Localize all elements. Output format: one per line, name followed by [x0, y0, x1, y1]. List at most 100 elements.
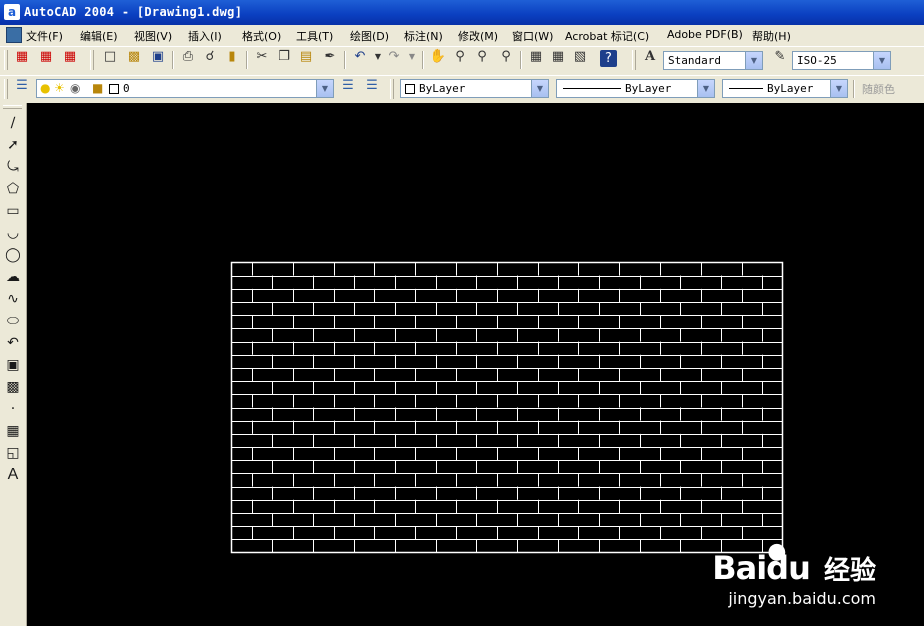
cut-icon[interactable]: ✂ — [252, 47, 272, 67]
toolbar-grip[interactable] — [632, 50, 636, 70]
lineweight-combo[interactable]: ByLayer ▼ — [722, 79, 848, 98]
undo-icon[interactable]: ↶ — [350, 47, 370, 67]
text-style-combo[interactable]: Standard ▼ — [663, 51, 763, 70]
text-style-icon[interactable]: A — [640, 47, 660, 67]
save-icon[interactable]: ▣ — [148, 47, 168, 67]
chevron-down-icon[interactable]: ▼ — [697, 80, 714, 97]
lightbulb-icon: ● — [40, 81, 51, 95]
plot-icon: ■ — [92, 81, 104, 95]
zoom-previous-icon[interactable]: ⚲ — [496, 47, 516, 67]
hatch-icon[interactable]: ▦ — [3, 421, 23, 441]
watermark-brand: Baidu — [712, 549, 820, 587]
redo-dropdown-icon[interactable]: ▼ — [402, 47, 422, 67]
spline-icon[interactable]: ∿ — [3, 289, 23, 309]
paste-icon[interactable]: ▤ — [296, 47, 316, 67]
publish-icon[interactable]: ▮ — [222, 47, 242, 67]
insert-block-icon[interactable]: ▣ — [3, 355, 23, 375]
sun-icon: ☀ — [54, 81, 65, 95]
polyline-icon[interactable]: ⤿ — [3, 157, 23, 177]
arc-icon[interactable]: ◡ — [3, 223, 23, 243]
revision-cloud-icon[interactable]: ☁ — [3, 267, 23, 287]
region-icon[interactable]: ◱ — [3, 443, 23, 463]
menu-modify[interactable]: 修改(M) — [458, 28, 498, 44]
menu-acrobat-markup[interactable]: Acrobat 标记(C) — [565, 28, 649, 44]
baidu-watermark: ● Baidu 经验 jingyan.baidu.com — [712, 539, 876, 608]
window-title: AutoCAD 2004 - [Drawing1.dwg] — [24, 5, 243, 19]
color-swatch-icon — [109, 84, 119, 94]
pdf-icon[interactable]: ▦ — [36, 47, 56, 67]
chevron-down-icon[interactable]: ▼ — [316, 80, 333, 97]
autocad-app-icon[interactable]: a — [4, 4, 20, 20]
toolbar-grip[interactable] — [4, 79, 8, 99]
menu-format[interactable]: 格式(O) — [242, 28, 281, 44]
linetype-value: ByLayer — [625, 82, 672, 95]
print-icon[interactable]: ⎙ — [178, 47, 198, 67]
menu-help[interactable]: 帮助(H) — [752, 28, 791, 44]
ellipse-arc-icon[interactable]: ↶ — [3, 333, 23, 353]
pdf-icon[interactable]: ▦ — [12, 47, 32, 67]
properties-icon[interactable]: ▦ — [526, 47, 546, 67]
menu-bar: 文件(F) 编辑(E) 视图(V) 插入(I) 格式(O) 工具(T) 绘图(D… — [0, 25, 924, 45]
redo-icon[interactable]: ↷ — [384, 47, 404, 67]
drawing-canvas[interactable]: ● Baidu 经验 jingyan.baidu.com — [27, 103, 924, 626]
chevron-down-icon[interactable]: ▼ — [745, 52, 762, 69]
toolbar-grip[interactable] — [3, 105, 22, 109]
rectangle-icon[interactable]: ▭ — [3, 201, 23, 221]
menu-view[interactable]: 视图(V) — [134, 28, 172, 44]
menu-dimension[interactable]: 标注(N) — [404, 28, 443, 44]
menu-adobe-pdf[interactable]: Adobe PDF(B) — [667, 28, 743, 41]
preview-icon[interactable]: ☌ — [200, 47, 220, 67]
ellipse-icon[interactable]: ⬭ — [3, 311, 23, 331]
text-style-value: Standard — [668, 54, 721, 67]
polygon-icon[interactable]: ⬠ — [3, 179, 23, 199]
zoom-window-icon[interactable]: ⚲ — [472, 47, 492, 67]
menu-edit[interactable]: 编辑(E) — [80, 28, 118, 44]
menu-insert[interactable]: 插入(I) — [188, 28, 222, 44]
zoom-realtime-icon[interactable]: ⚲ — [450, 47, 470, 67]
tool-palettes-icon[interactable]: ▧ — [570, 47, 590, 67]
baidu-paw-logo-icon: ● — [767, 539, 787, 564]
menu-tools[interactable]: 工具(T) — [296, 28, 333, 44]
linetype-combo[interactable]: ByLayer ▼ — [556, 79, 715, 98]
toolbar-separator — [246, 51, 248, 69]
menu-draw[interactable]: 绘图(D) — [350, 28, 389, 44]
menu-window[interactable]: 窗口(W) — [512, 28, 553, 44]
color-combo[interactable]: ByLayer ▼ — [400, 79, 549, 98]
new-icon[interactable]: □ — [100, 47, 120, 67]
toolbar-grip[interactable] — [90, 50, 94, 70]
pdf-icon[interactable]: ▦ — [60, 47, 80, 67]
construction-line-icon[interactable]: ➚ — [3, 135, 23, 155]
pan-icon[interactable]: ✋ — [428, 47, 448, 67]
copy-icon[interactable]: ❐ — [274, 47, 294, 67]
line-icon[interactable]: ∕ — [3, 113, 23, 133]
toolbar-separator — [853, 80, 855, 98]
chevron-down-icon[interactable]: ▼ — [830, 80, 847, 97]
help-icon[interactable]: ? — [600, 50, 617, 67]
make-object-layer-current-icon[interactable]: ☰ — [338, 76, 358, 96]
chevron-down-icon[interactable]: ▼ — [531, 80, 548, 97]
dim-style-combo[interactable]: ISO-25 ▼ — [792, 51, 891, 70]
properties-toolbar: ☰ ● ☀ ◉ ■ 0 ▼ ☰ ☰ ByLayer ▼ ByLayer ▼ By… — [0, 75, 924, 104]
make-block-icon[interactable]: ▩ — [3, 377, 23, 397]
menu-file[interactable]: 文件(F) — [26, 28, 63, 44]
toolbar-grip[interactable] — [4, 50, 8, 70]
multiline-text-icon[interactable]: A — [3, 465, 23, 485]
layer-value: 0 — [123, 82, 130, 95]
design-center-icon[interactable]: ▦ — [548, 47, 568, 67]
dim-style-icon[interactable]: ✎ — [770, 47, 790, 67]
layer-manager-icon[interactable]: ☰ — [12, 76, 32, 96]
circle-icon[interactable]: ◯ — [3, 245, 23, 265]
open-icon[interactable]: ▩ — [124, 47, 144, 67]
linetype-sample — [563, 88, 621, 89]
toolbar-grip[interactable] — [390, 79, 394, 99]
point-icon[interactable]: · — [3, 399, 23, 419]
hatch-boundary — [230, 261, 784, 554]
layer-combo[interactable]: ● ☀ ◉ ■ 0 ▼ — [36, 79, 334, 98]
document-menu-icon[interactable] — [6, 27, 22, 43]
chevron-down-icon[interactable]: ▼ — [873, 52, 890, 69]
layer-previous-icon[interactable]: ☰ — [362, 76, 382, 96]
toolbar-separator — [344, 51, 346, 69]
lineweight-sample — [729, 88, 763, 89]
brick-hatch-drawing[interactable] — [27, 103, 924, 626]
match-properties-icon[interactable]: ✒ — [320, 47, 340, 67]
